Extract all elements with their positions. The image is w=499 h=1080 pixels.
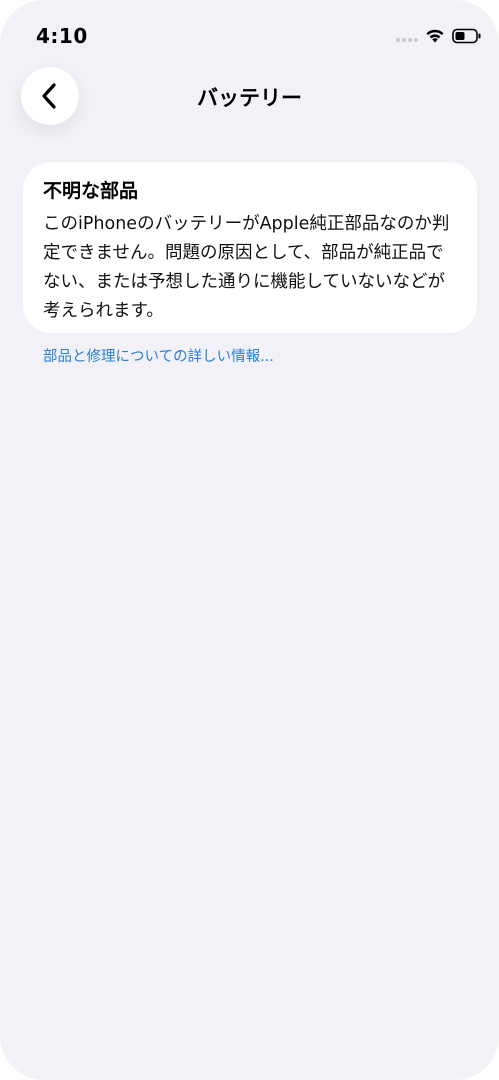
screen: 4:10 バッテリー 不明な部品 このiPhoneのバッテリーがApple純正部… [0, 0, 499, 1080]
wifi-icon [426, 29, 444, 43]
card-title: 不明な部品 [43, 180, 139, 202]
status-bar: 4:10 [0, 0, 499, 70]
status-time: 4:10 [36, 24, 88, 48]
parts-repair-info-link[interactable]: 部品と修理についての詳しい情報... [43, 345, 274, 366]
battery-icon [452, 28, 481, 44]
cellular-dots-icon [396, 38, 418, 42]
card-body: このiPhoneのバッテリーがApple純正部品なのか判定できません。問題の原因… [43, 214, 450, 321]
page-title: バッテリー [197, 86, 302, 110]
unknown-part-card: 不明な部品 このiPhoneのバッテリーがApple純正部品なのか判定できません… [23, 162, 477, 333]
